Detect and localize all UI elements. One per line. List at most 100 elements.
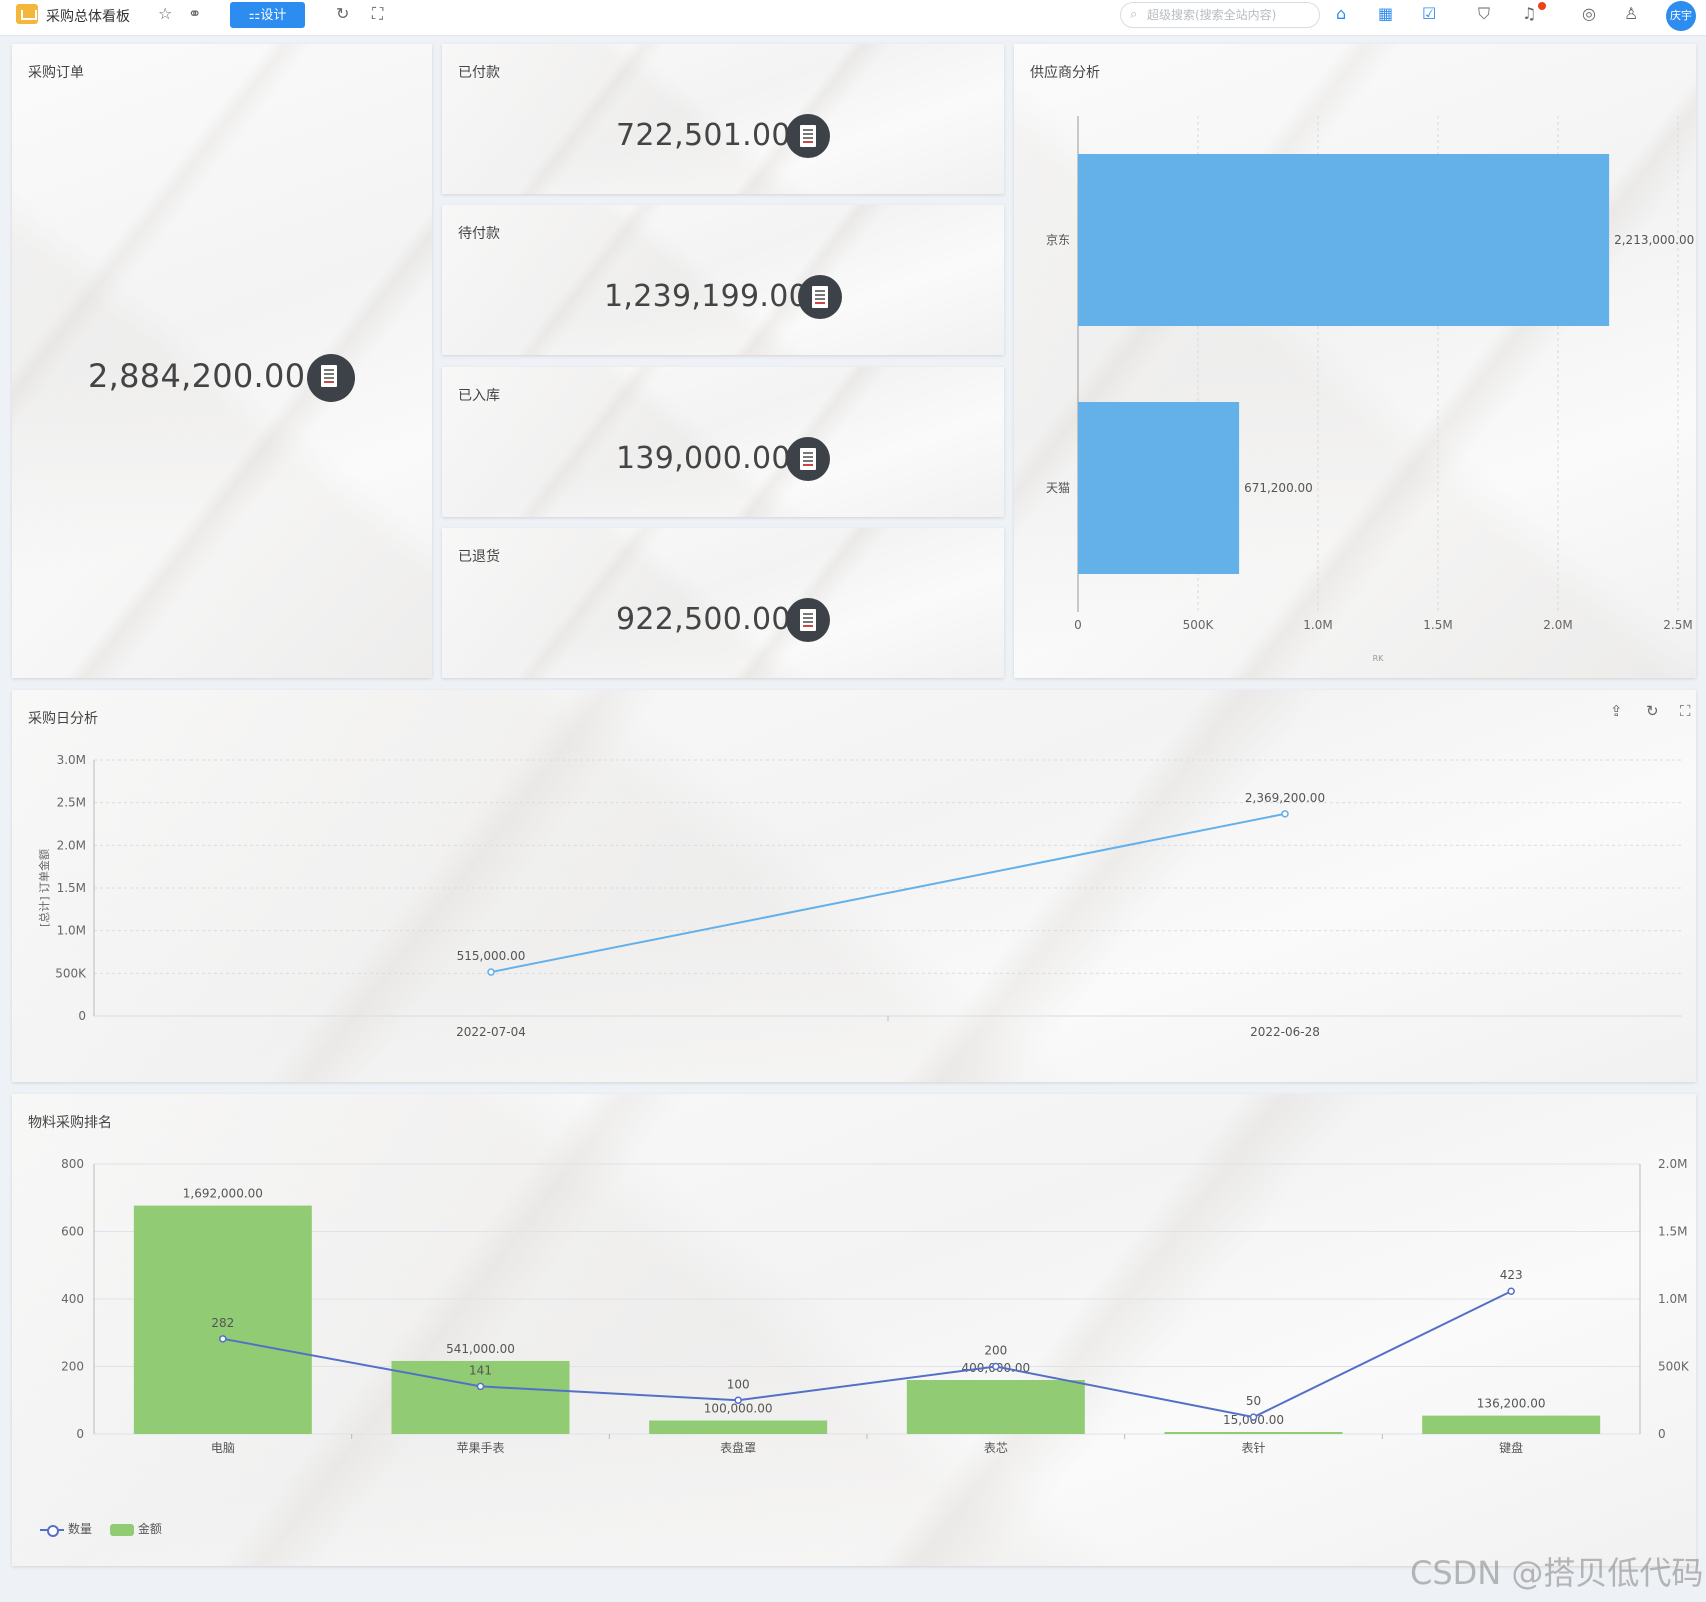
x-tick-label: 键盘 xyxy=(1499,1440,1523,1455)
y-tick-label: 500K xyxy=(55,966,87,980)
supplier-bar-chart: 0 500K 1.0M 1.5M 2.0M 2.5M RK 京东 2,213,000.00 天猫 6… xyxy=(1046,116,1694,663)
top-toolbar: 采购总体看板 ☆ ⚭ ⚏设计 ↻ ⛶ ⌕ 超级搜索(搜索全站内容) ⌂ ▦ ☑ … xyxy=(0,0,1706,36)
data-label: 2,369,200.00 xyxy=(1245,791,1325,805)
qty-point xyxy=(1507,1287,1515,1295)
y-right-tick-label: 1.5M xyxy=(1658,1225,1687,1239)
y-left-tick-label: 400 xyxy=(61,1292,84,1306)
y-left-tick-label: 0 xyxy=(76,1427,84,1441)
bar-表盘罩 xyxy=(649,1420,828,1434)
y-right-tick-label: 2.0M xyxy=(1658,1157,1687,1171)
qty-point xyxy=(1249,1413,1258,1421)
category-label: 天猫 xyxy=(1046,481,1070,495)
x-tick-label: 2.0M xyxy=(1543,618,1572,632)
y-tick-label: 1.5M xyxy=(57,881,86,895)
stocked-card-title: 已入库 xyxy=(458,388,500,404)
pending-card-title: 待付款 xyxy=(458,226,500,242)
qty-point xyxy=(476,1382,485,1391)
pending-card: 待付款 1,239,199.00 xyxy=(442,205,1004,355)
category-label: 京东 xyxy=(1046,233,1070,247)
bar-data-label: 1,692,000.00 xyxy=(183,1187,263,1201)
document-icon xyxy=(307,354,355,402)
series-line xyxy=(490,812,1286,974)
orders-card-title: 采购订单 xyxy=(28,65,84,81)
user-icon[interactable]: ♙ xyxy=(1624,4,1638,23)
y-left-tick-label: 800 xyxy=(61,1157,84,1171)
x-tick-label: 苹果手表 xyxy=(456,1441,504,1455)
notification-badge xyxy=(1538,2,1546,10)
x-tick-label: 0 xyxy=(1074,618,1082,632)
task-check-icon[interactable]: ☑ xyxy=(1422,4,1436,23)
qty-data-label: 100 xyxy=(727,1377,750,1391)
x-tick-label: 表盘罩 xyxy=(720,1440,756,1455)
y-left-tick-label: 600 xyxy=(61,1225,84,1239)
paid-card: 已付款 722,501.00 xyxy=(442,44,1004,194)
app-title: 采购总体看板 xyxy=(46,9,130,25)
x-tick-label: 表芯 xyxy=(984,1441,1008,1455)
data-point xyxy=(487,968,495,976)
ranking-combo-chart: 0 0 200 500K 400 1.0M 600 1.5M 800 2.0M 1,692,000.… xyxy=(61,1157,1690,1455)
line-legend-icon xyxy=(40,1524,64,1537)
star-icon[interactable]: ☆ xyxy=(158,4,172,23)
search-input[interactable]: ⌕ 超级搜索(搜索全站内容) xyxy=(1120,2,1320,28)
stocked-card: 已入库 139,000.00 xyxy=(442,367,1004,517)
document-icon xyxy=(786,114,830,158)
bar-data-label: 136,200.00 xyxy=(1477,1397,1546,1411)
apps-grid-icon[interactable]: ▦ xyxy=(1378,4,1393,23)
x-tick-label: 1.0M xyxy=(1303,618,1332,632)
pending-value: 1,239,199.00 xyxy=(604,279,808,314)
y-right-tick-label: 500K xyxy=(1658,1360,1690,1374)
document-icon xyxy=(786,598,830,642)
search-placeholder: 超级搜索(搜索全站内容) xyxy=(1147,8,1277,22)
data-label: 2,213,000.00 xyxy=(1614,233,1694,247)
orders-value: 2,884,200.00 xyxy=(88,357,306,395)
daily-panel: 采购日分析 ⇪ ↻ ⛶ 0 500K 1.0M 1.5M 2.0M 2.5M 3.0M [总计… xyxy=(12,690,1696,1082)
link-icon[interactable]: ⚭ xyxy=(188,4,201,23)
qty-point xyxy=(734,1396,742,1404)
supplier-panel: 供应商分析 0 500K 1.0M 1.5M 2.0M 2.5M RK 京东 2,213,000… xyxy=(1014,44,1696,678)
search-icon: ⌕ xyxy=(1130,7,1138,22)
y-right-tick-label: 0 xyxy=(1658,1427,1666,1441)
y-right-tick-label: 1.0M xyxy=(1658,1292,1687,1306)
legend-item-amount[interactable]: 金额 xyxy=(109,1520,162,1537)
x-axis-unit: RK xyxy=(1373,654,1385,663)
y-tick-label: 2.5M xyxy=(57,796,86,810)
x-tick-label: 2022-07-04 xyxy=(456,1025,526,1039)
y-tick-label: 3.0M xyxy=(57,753,86,767)
data-label: 515,000.00 xyxy=(457,949,526,963)
bar-legend-icon xyxy=(109,1523,134,1536)
qty-point xyxy=(219,1335,227,1343)
qty-data-label: 200 xyxy=(984,1344,1007,1358)
stocked-value: 139,000.00 xyxy=(616,441,791,476)
refresh-icon[interactable]: ↻ xyxy=(336,4,349,23)
document-icon xyxy=(798,275,842,319)
x-tick-label: 表针 xyxy=(1241,1440,1265,1455)
ranking-legend: 数量 金额 xyxy=(40,1520,176,1537)
fullscreen-icon[interactable]: ⛶ xyxy=(372,4,383,24)
bar-表针 xyxy=(1164,1431,1343,1434)
y-tick-label: 2.0M xyxy=(57,838,86,852)
ranking-panel: 物料采购排名 0 0 200 500K 400 1.0M 600 1.5M 800 2.0M 1,6… xyxy=(12,1094,1696,1566)
orders-card: 采购订单 2,884,200.00 xyxy=(12,44,432,678)
compass-icon[interactable]: ◎ xyxy=(1582,4,1596,23)
x-tick-label: 2.5M xyxy=(1663,618,1692,632)
qty-data-label: 423 xyxy=(1500,1268,1523,1282)
bar-京东 xyxy=(1078,154,1610,326)
bar-表芯 xyxy=(906,1380,1085,1434)
bar-键盘 xyxy=(1422,1415,1601,1434)
data-point xyxy=(1281,810,1289,818)
bell-icon[interactable]: ♫ xyxy=(1522,4,1536,23)
y-tick-label: 0 xyxy=(78,1009,86,1023)
shield-icon[interactable]: ⛉ xyxy=(1478,4,1490,24)
design-button[interactable]: ⚏设计 xyxy=(230,2,305,28)
y-axis-title: [总计] 订单金额 xyxy=(37,849,51,927)
home-icon[interactable]: ⌂ xyxy=(1336,4,1346,23)
qty-data-label: 282 xyxy=(211,1316,234,1330)
returned-card-title: 已退货 xyxy=(458,549,500,565)
x-tick-label: 2022-06-28 xyxy=(1250,1025,1320,1039)
watermark: CSDN @搭贝低代码 xyxy=(1410,1554,1704,1592)
avatar[interactable]: 庆宇 xyxy=(1666,1,1696,31)
legend-item-qty[interactable]: 数量 xyxy=(40,1520,92,1537)
document-icon xyxy=(786,437,830,481)
daily-line-chart: 0 500K 1.0M 1.5M 2.0M 2.5M 3.0M [总计] 订单金额 515,00… xyxy=(37,753,1682,1039)
qty-point xyxy=(992,1362,1000,1371)
